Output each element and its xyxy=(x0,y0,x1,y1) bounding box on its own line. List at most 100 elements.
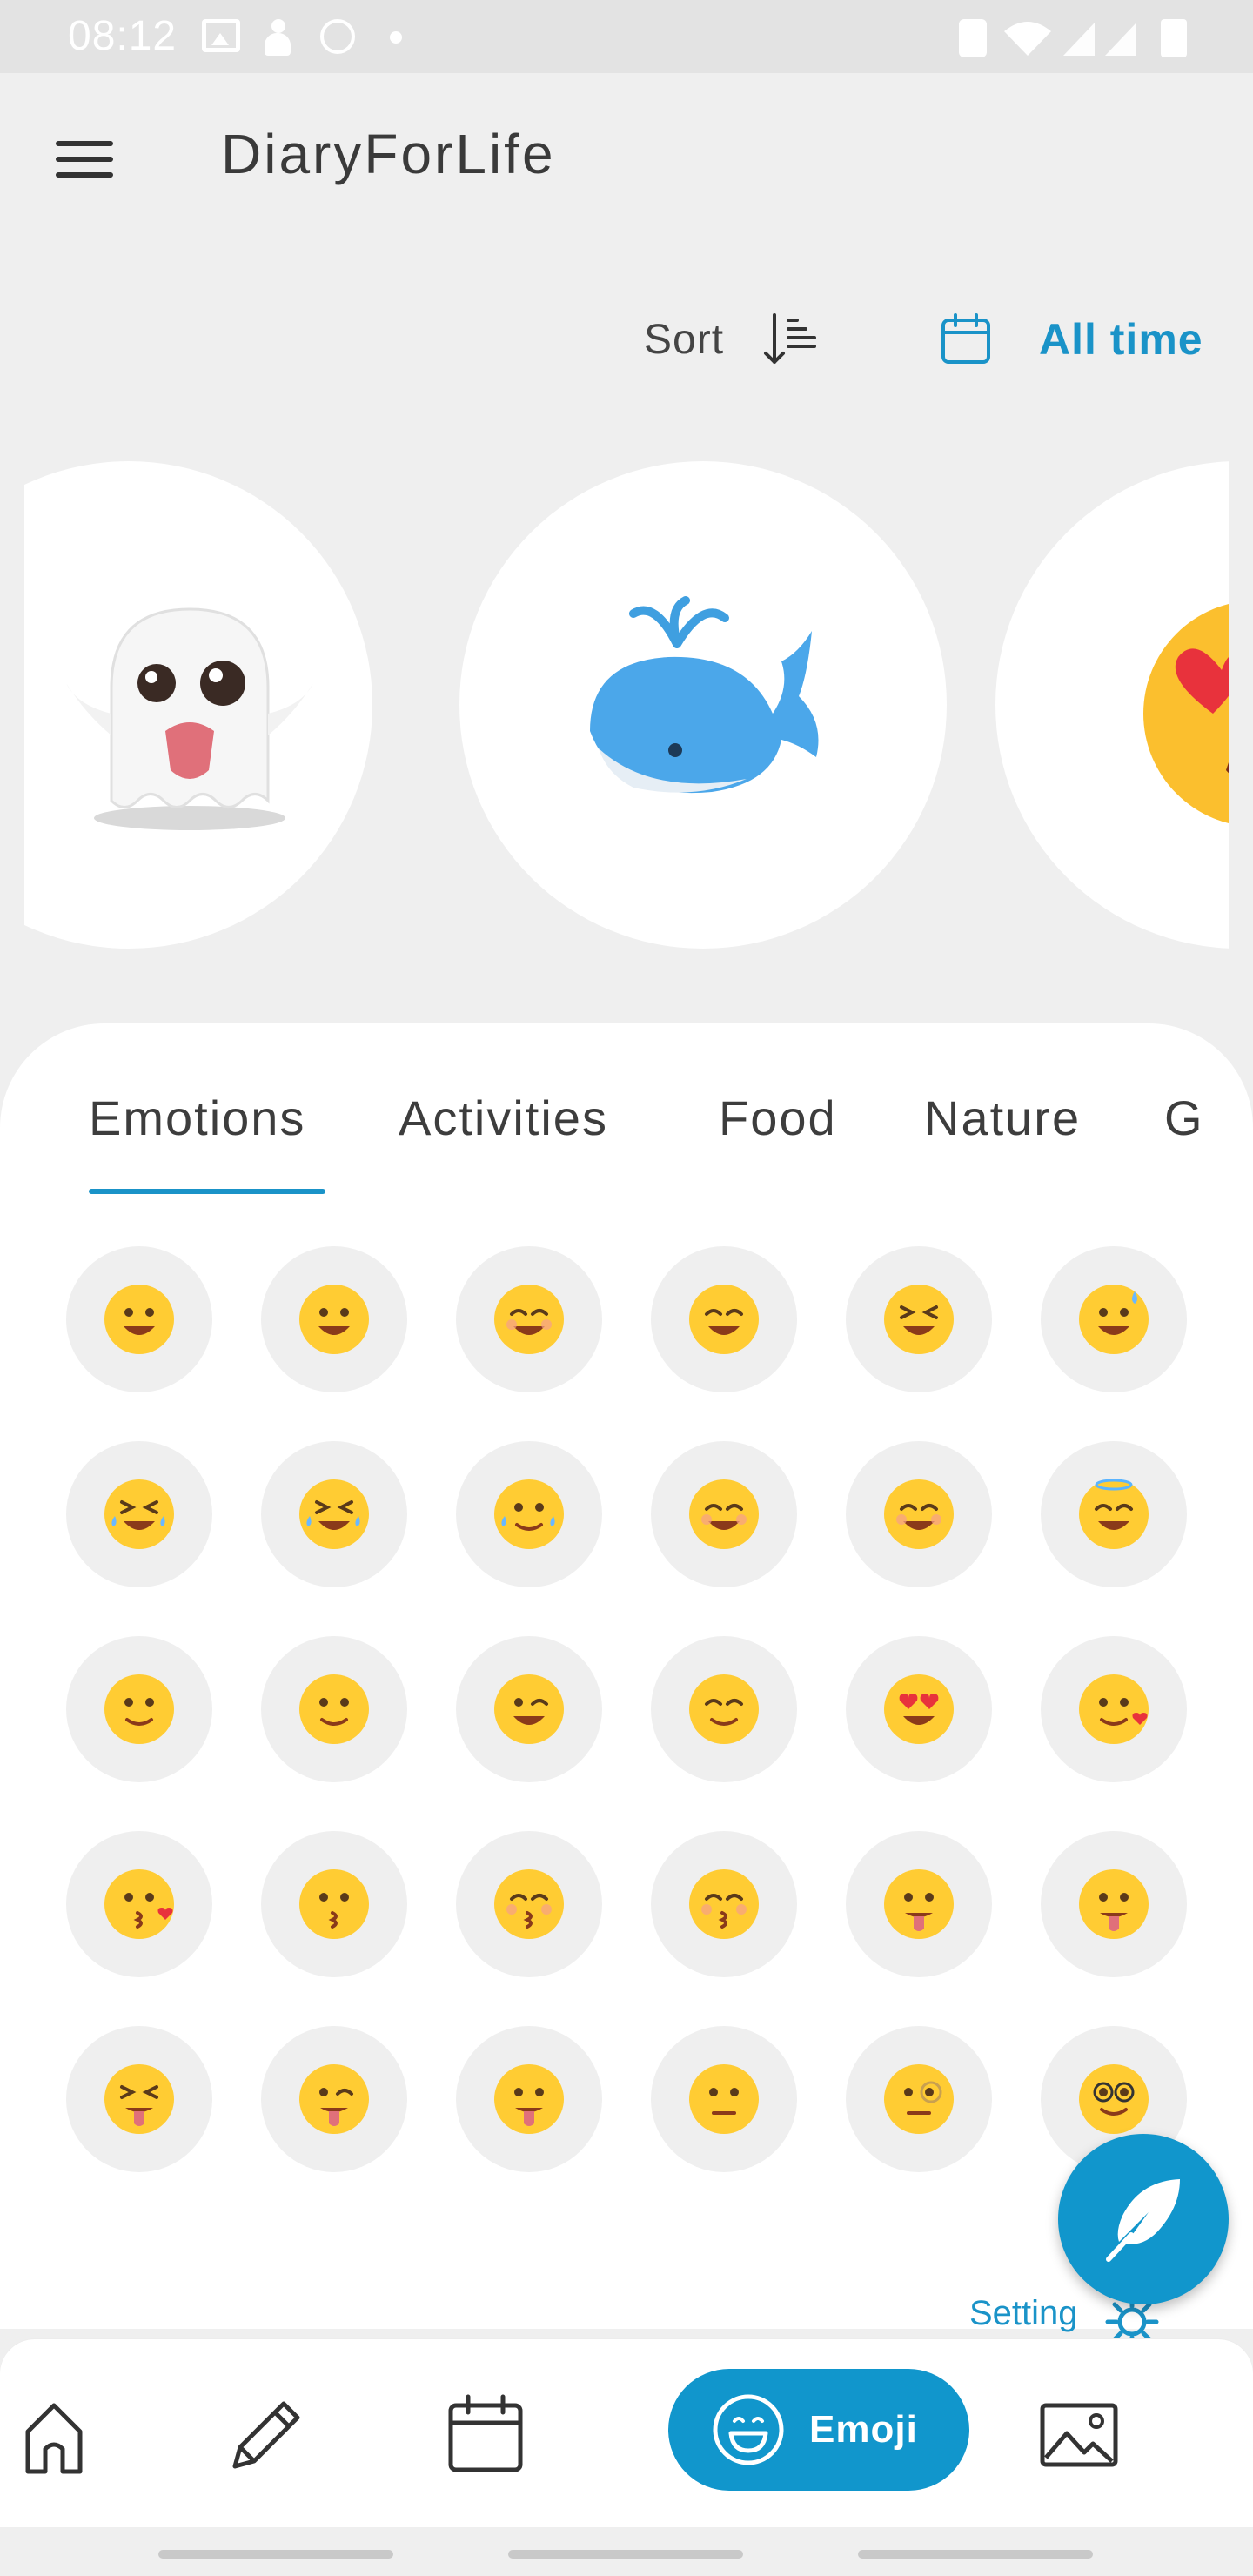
emoji-tongue-out[interactable] xyxy=(1041,1831,1187,1977)
status-time: 08:12 xyxy=(68,13,178,59)
winking-tongue-icon xyxy=(299,2064,369,2134)
sort-button[interactable]: Sort xyxy=(644,305,818,374)
featured-item[interactable] xyxy=(459,461,947,949)
tab-food[interactable]: Food xyxy=(719,1090,837,1146)
featured-item[interactable] xyxy=(24,461,372,949)
emoji-winking-tongue[interactable] xyxy=(261,2026,407,2172)
tab-more[interactable]: G xyxy=(1164,1090,1204,1146)
kissing-face-icon xyxy=(299,1869,369,1939)
emoji-kissing-face[interactable] xyxy=(261,1831,407,1977)
bottom-navigation: Emoji xyxy=(0,2339,1253,2527)
tears-of-joy-icon xyxy=(104,1479,174,1549)
slightly-smiling-icon xyxy=(104,1674,174,1744)
emoji-raised-eyebrow[interactable] xyxy=(651,2026,797,2172)
emoji-kissing-heart[interactable] xyxy=(66,1831,212,1977)
upside-down-face-icon xyxy=(299,1674,369,1744)
featured-carousel[interactable] xyxy=(24,461,1229,949)
sort-label: Sort xyxy=(644,316,725,363)
emoji-smiling-hearts[interactable] xyxy=(1041,1636,1187,1782)
wifi-icon xyxy=(1001,19,1055,57)
emoji-smiling-blush[interactable] xyxy=(651,1441,797,1587)
nav-emoji-button[interactable]: Emoji xyxy=(668,2369,969,2491)
menu-icon[interactable] xyxy=(42,125,129,195)
emoji-icon xyxy=(713,2394,784,2465)
featured-item[interactable] xyxy=(995,461,1229,949)
ghost-emoji-icon xyxy=(66,607,313,830)
gallery-notification-icon xyxy=(202,19,240,52)
nav-gallery-button[interactable] xyxy=(1035,2392,1122,2479)
feather-icon xyxy=(1106,2179,1180,2262)
system-navigation-bar xyxy=(0,2527,1253,2576)
slightly-smiling-tear-icon xyxy=(494,1479,564,1549)
spouting-whale-emoji-icon xyxy=(590,596,819,794)
grinning-face-icon xyxy=(104,1285,174,1354)
monocle-face-icon xyxy=(884,2064,954,2134)
emoji-winking-face[interactable] xyxy=(456,1636,602,1782)
tongue-out-icon xyxy=(1079,1869,1149,1939)
emoji-grinning-sweat[interactable] xyxy=(1041,1246,1187,1392)
smiling-eyes-icon xyxy=(884,1479,954,1549)
storage-status-icon xyxy=(959,19,987,57)
signal-icon xyxy=(1103,19,1138,57)
emoji-kissing-smiling-eyes[interactable] xyxy=(456,1831,602,1977)
page-title: DiaryForLife xyxy=(221,123,556,185)
emoji-grinning-smiling-eyes[interactable] xyxy=(456,1246,602,1392)
grinning-sweat-icon xyxy=(1079,1285,1149,1354)
nav-calendar-button[interactable] xyxy=(442,2392,529,2479)
pencil-icon xyxy=(232,2401,300,2469)
tab-activities[interactable]: Activities xyxy=(399,1090,608,1146)
halo-face-icon xyxy=(1079,1479,1149,1549)
emoji-grinning-big-eyes[interactable] xyxy=(261,1246,407,1392)
person-notification-icon xyxy=(261,19,296,57)
image-icon xyxy=(1040,2403,1118,2467)
date-range-button[interactable]: All time xyxy=(940,305,1203,374)
emoji-grinning-squinting[interactable] xyxy=(846,1246,992,1392)
emoji-heart-eyes[interactable] xyxy=(846,1636,992,1782)
grinning-squinting-icon xyxy=(884,1285,954,1354)
emoji-upside-down-face[interactable] xyxy=(261,1636,407,1782)
kissing-heart-icon xyxy=(104,1869,174,1939)
nav-emoji-label: Emoji xyxy=(809,2408,918,2451)
emoji-savoring-food[interactable] xyxy=(846,1831,992,1977)
emoji-grinning-face[interactable] xyxy=(66,1246,212,1392)
emoji-squinting-tongue[interactable] xyxy=(66,2026,212,2172)
grinning-smiling-eyes-icon xyxy=(494,1285,564,1354)
smiling-blush-icon xyxy=(689,1479,759,1549)
status-bar: 08:12 xyxy=(0,0,1253,73)
emoji-monocle-face[interactable] xyxy=(846,2026,992,2172)
nav-write-button[interactable] xyxy=(223,2392,310,2479)
setting-label: Setting xyxy=(969,2294,1078,2332)
emoji-row xyxy=(66,2026,1189,2172)
emoji-halo-face[interactable] xyxy=(1041,1441,1187,1587)
squinting-tongue-icon xyxy=(104,2064,174,2134)
emoji-row xyxy=(66,1636,1189,1782)
beaming-face-icon xyxy=(689,1285,759,1354)
smiling-hearts-icon xyxy=(1079,1674,1149,1744)
system-back-gesture[interactable] xyxy=(158,2550,393,2559)
tab-emotions[interactable]: Emotions xyxy=(89,1090,305,1146)
emoji-beaming-face[interactable] xyxy=(651,1246,797,1392)
emoji-relieved-face[interactable] xyxy=(651,1636,797,1782)
heart-eyes-emoji-icon xyxy=(1143,604,1229,823)
new-entry-fab[interactable] xyxy=(1058,2134,1229,2304)
emoji-rolling-laughing[interactable] xyxy=(261,1441,407,1587)
app-bar: DiaryForLife xyxy=(0,73,1253,238)
app-notification-icon xyxy=(320,19,355,54)
emoji-row xyxy=(66,1831,1189,1977)
emoji-slightly-smiling-tear[interactable] xyxy=(456,1441,602,1587)
winking-face-icon xyxy=(494,1674,564,1744)
emoji-smiling-eyes[interactable] xyxy=(846,1441,992,1587)
nav-home-button[interactable] xyxy=(16,2392,103,2479)
raised-eyebrow-icon xyxy=(689,2064,759,2134)
emoji-zany-face[interactable] xyxy=(456,2026,602,2172)
system-recents-gesture[interactable] xyxy=(858,2550,1093,2559)
heart-eyes-icon xyxy=(884,1674,954,1744)
relieved-face-icon xyxy=(689,1674,759,1744)
tab-nature[interactable]: Nature xyxy=(924,1090,1081,1146)
zany-face-icon xyxy=(494,2064,564,2134)
emoji-kissing-closed-eyes[interactable] xyxy=(651,1831,797,1977)
emoji-slightly-smiling[interactable] xyxy=(66,1636,212,1782)
grinning-big-eyes-icon xyxy=(299,1285,369,1354)
system-home-gesture[interactable] xyxy=(508,2550,743,2559)
emoji-tears-of-joy[interactable] xyxy=(66,1441,212,1587)
